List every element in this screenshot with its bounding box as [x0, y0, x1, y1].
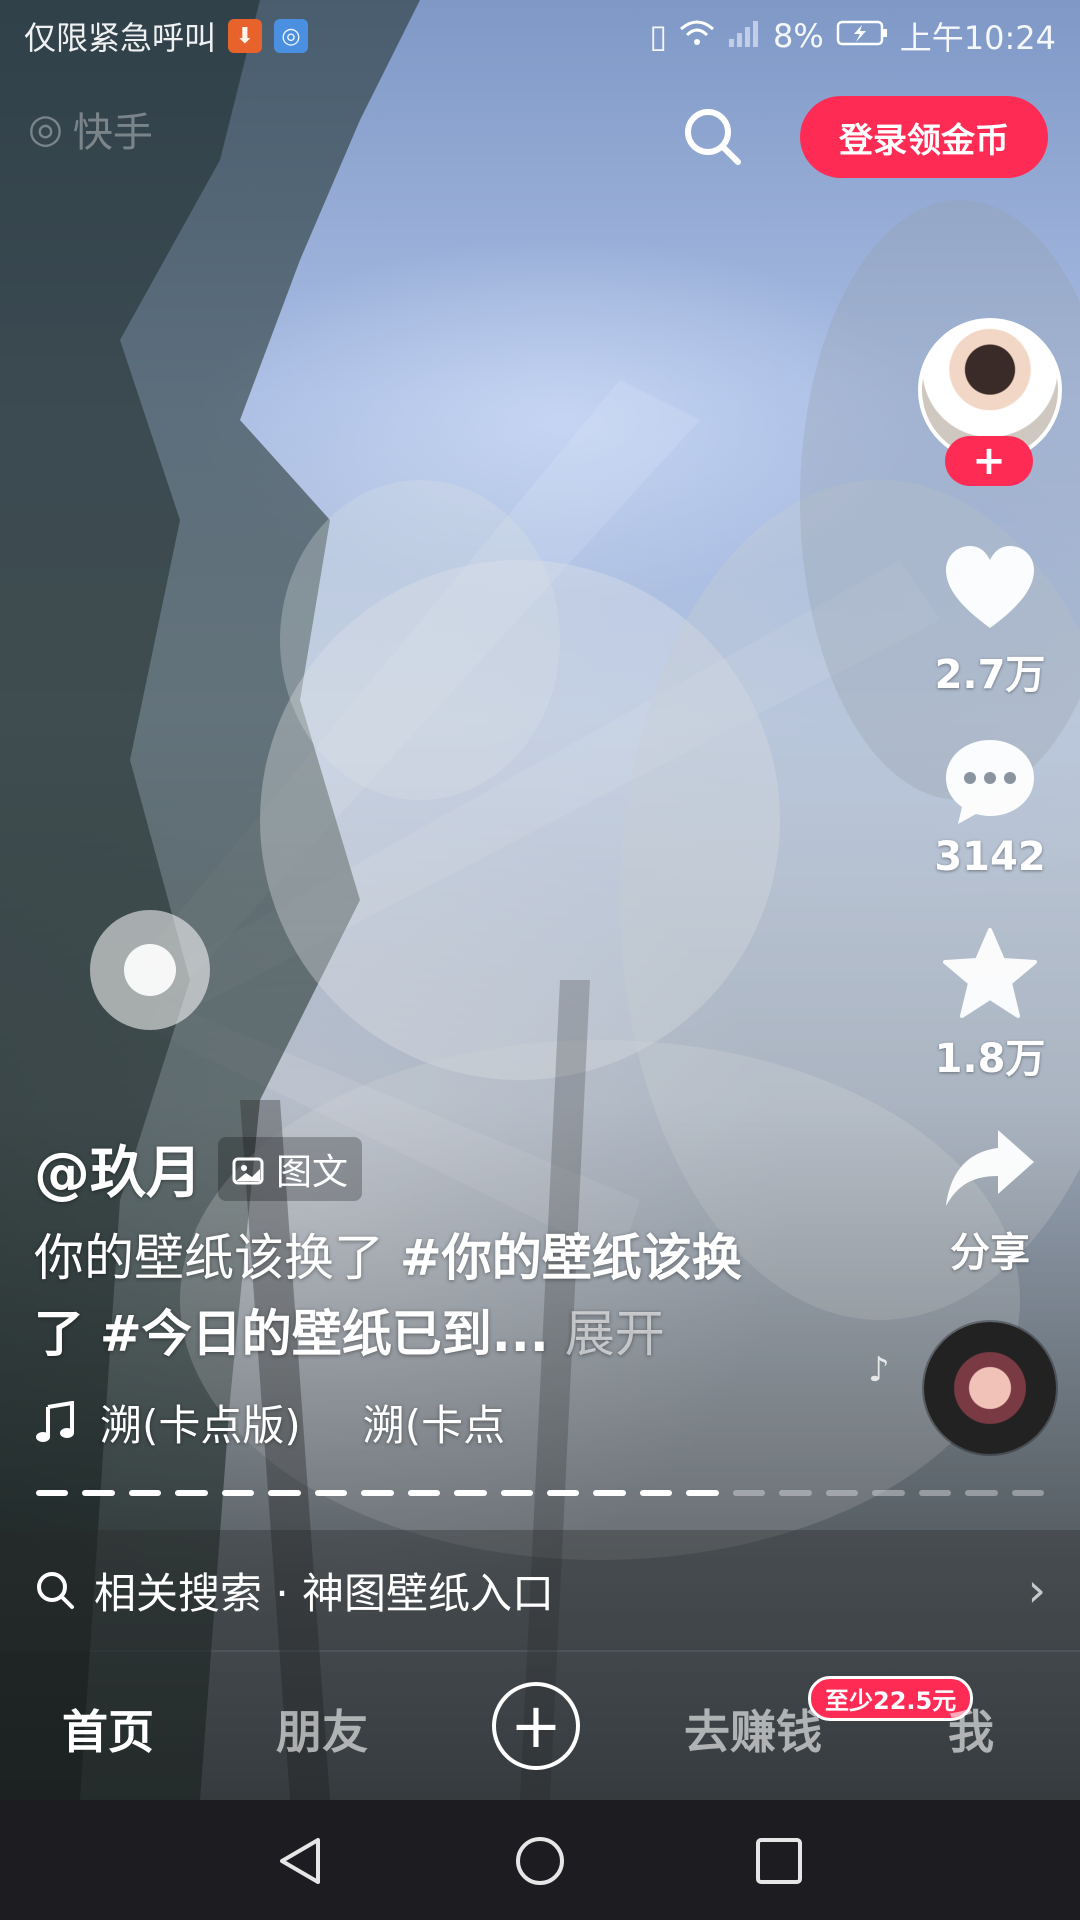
bottom-nav: 首页 朋友 + 去赚钱 至少22.5元 我	[0, 1652, 1080, 1800]
image-progress	[36, 1490, 1044, 1496]
battery-icon	[836, 17, 888, 55]
related-search-label: 相关搜索 · 神图壁纸入口	[94, 1568, 555, 1618]
clock: 上午10:24	[899, 19, 1056, 57]
comment-action[interactable]: 3142	[910, 732, 1070, 880]
share-label: 分享	[950, 1230, 1030, 1276]
share-action[interactable]: 分享	[910, 1118, 1070, 1278]
status-right: ▯ 8% 上午10:24	[649, 13, 1056, 59]
progress-segment	[500, 1490, 533, 1496]
progress-segment	[268, 1490, 301, 1496]
progress-segment	[686, 1490, 719, 1496]
vibrate-icon: ▯	[649, 17, 667, 55]
video-feed-screen: 仅限紧急呼叫 ⬇ ◎ ▯ 8% 上午10:24 ◎ 快手 登录领金币 + 2.7…	[0, 0, 1080, 1920]
caption-text: 你的壁纸该换了	[34, 1229, 384, 1287]
chevron-right-icon: ›	[1027, 1563, 1046, 1617]
tab-me[interactable]: 我	[948, 1696, 994, 1762]
tab-earn[interactable]: 去赚钱	[684, 1696, 822, 1762]
author-row: @玖月 图文	[34, 1128, 363, 1209]
progress-segment	[221, 1490, 255, 1496]
progress-segment	[314, 1490, 348, 1496]
post-type-badge: 图文	[218, 1136, 363, 1201]
progress-segment	[128, 1490, 162, 1496]
progress-segment	[825, 1490, 859, 1496]
search-icon	[37, 1572, 74, 1609]
hashtag[interactable]: #今日的壁纸已到...	[100, 1305, 549, 1363]
progress-segment	[36, 1490, 69, 1496]
recents-icon[interactable]	[752, 1834, 806, 1888]
related-search-bar[interactable]: 相关搜索 · 神图壁纸入口 ›	[0, 1530, 1080, 1650]
image-text-icon	[232, 1157, 264, 1184]
expand-link[interactable]: 展开	[565, 1305, 665, 1363]
progress-segment	[175, 1490, 208, 1496]
floating-note-icon: ♪	[868, 1350, 890, 1390]
search-icon	[685, 109, 741, 165]
top-bar: ◎ 快手 登录领金币	[0, 92, 1080, 182]
progress-segment	[546, 1490, 580, 1496]
follow-button[interactable]: +	[945, 436, 1033, 486]
app-logo-icon: ◎	[28, 106, 63, 152]
progress-segment	[454, 1490, 487, 1496]
back-icon[interactable]	[274, 1834, 328, 1888]
progress-segment	[732, 1490, 766, 1496]
post-type-label: 图文	[276, 1151, 349, 1193]
music-row[interactable]: 溯(卡点版) 溯(卡点	[34, 1392, 505, 1453]
status-bar: 仅限紧急呼叫 ⬇ ◎ ▯ 8% 上午10:24	[0, 0, 1080, 72]
progress-segment	[779, 1490, 812, 1496]
battery-percent: 8%	[773, 17, 824, 55]
caption[interactable]: 你的壁纸该换了 #你的壁纸该换了 #今日的壁纸已到... 展开	[34, 1220, 774, 1372]
wifi-icon	[679, 17, 715, 55]
create-post-button[interactable]: +	[492, 1682, 580, 1770]
share-icon	[946, 1130, 1034, 1206]
progress-segment	[872, 1490, 905, 1496]
progress-segment	[361, 1490, 394, 1496]
plus-icon: +	[510, 1689, 562, 1762]
download-icon: ⬇	[228, 19, 263, 53]
vpn-icon: ◎	[274, 19, 309, 53]
system-nav-bar	[0, 1800, 1080, 1920]
progress-segment	[407, 1490, 441, 1496]
comment-icon	[946, 740, 1034, 824]
star-icon	[943, 928, 1037, 1018]
signal-icon	[727, 17, 761, 55]
heart-icon	[946, 546, 1034, 628]
like-count: 2.7万	[934, 652, 1046, 698]
search-button[interactable]	[680, 104, 746, 170]
home-icon[interactable]	[513, 1834, 567, 1888]
login-rewards-button[interactable]: 登录领金币	[800, 96, 1048, 178]
progress-segment	[593, 1490, 626, 1496]
music-disc[interactable]	[924, 1322, 1056, 1454]
progress-segment	[965, 1490, 998, 1496]
music-title: 溯(卡点版)	[100, 1401, 301, 1450]
progress-segment	[639, 1490, 673, 1496]
app-logo-text: 快手	[72, 110, 153, 156]
progress-segment	[82, 1490, 115, 1496]
favorite-action[interactable]: 1.8万	[910, 924, 1070, 1084]
favorite-count: 1.8万	[934, 1036, 1046, 1082]
comment-count: 3142	[934, 834, 1046, 880]
status-left: 仅限紧急呼叫 ⬇ ◎	[24, 13, 309, 59]
author-name[interactable]: @玖月	[34, 1128, 202, 1209]
music-note-icon	[36, 1400, 74, 1442]
app-logo: ◎ 快手	[28, 100, 153, 158]
music-title-marquee: 溯(卡点	[362, 1401, 506, 1450]
carrier-text: 仅限紧急呼叫	[24, 19, 217, 57]
tab-friends[interactable]: 朋友	[276, 1696, 368, 1762]
tab-home[interactable]: 首页	[62, 1696, 154, 1762]
progress-segment	[918, 1490, 952, 1496]
progress-segment	[1011, 1490, 1044, 1496]
like-action[interactable]: 2.7万	[910, 540, 1070, 700]
